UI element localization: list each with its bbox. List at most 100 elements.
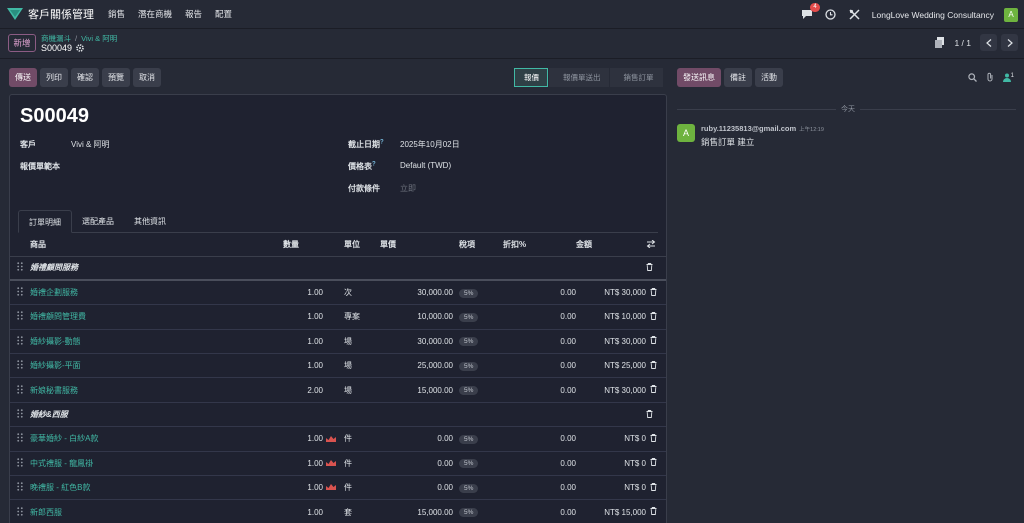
- line-discount[interactable]: 0.00: [503, 451, 576, 477]
- product-name[interactable]: 婚禮企劃服務: [30, 288, 78, 297]
- followers-button[interactable]: 1: [1002, 73, 1014, 82]
- app-title[interactable]: 客戶關係管理: [28, 6, 94, 22]
- gear-icon[interactable]: [76, 44, 84, 52]
- preview-button[interactable]: 預覽: [102, 68, 130, 87]
- send-message-button[interactable]: 發送訊息: [677, 68, 721, 87]
- search-icon[interactable]: [967, 72, 977, 82]
- confirm-button[interactable]: 確認: [71, 68, 99, 87]
- section-name[interactable]: 婚紗&西服: [30, 402, 646, 428]
- tab-other-info[interactable]: 其他資訊: [124, 210, 176, 232]
- log-note-button[interactable]: 備註: [724, 68, 752, 87]
- drag-handle-icon[interactable]: [10, 402, 30, 428]
- line-quantity[interactable]: 1.00: [283, 451, 323, 477]
- column-amount[interactable]: 金額: [576, 234, 646, 257]
- cancel-button[interactable]: 取消: [133, 68, 161, 87]
- line-discount[interactable]: 0.00: [503, 426, 576, 452]
- delete-icon[interactable]: [646, 402, 666, 428]
- message-author-email[interactable]: ruby.11235813@gmail.com: [701, 124, 796, 133]
- status-step-quotation-sent[interactable]: 報價單送出: [549, 68, 609, 87]
- delete-icon[interactable]: [646, 426, 666, 452]
- order-line-row[interactable]: 婚紗攝影-平面 1.00 場 25,000.00 5% 0.00 NT$ 25,000: [10, 353, 666, 379]
- column-uom[interactable]: 單位: [340, 234, 380, 257]
- product-name[interactable]: 婚禮顧問管理費: [30, 312, 86, 321]
- breadcrumb-pipeline[interactable]: 商機漏斗: [41, 34, 71, 43]
- tax-badge[interactable]: 5%: [459, 361, 479, 371]
- column-taxes[interactable]: 稅項: [453, 234, 503, 257]
- product-name[interactable]: 晚禮服 - 紅色B款: [30, 483, 90, 492]
- column-unit-price[interactable]: 單價: [380, 234, 453, 257]
- section-name[interactable]: 婚禮顧問服務: [30, 256, 646, 282]
- product-name[interactable]: 婚紗攝影-平面: [30, 361, 81, 370]
- line-discount[interactable]: 0.00: [503, 304, 576, 330]
- new-button[interactable]: 新增: [8, 34, 36, 52]
- line-uom[interactable]: 件: [340, 451, 380, 477]
- line-uom[interactable]: 件: [340, 475, 380, 501]
- line-quantity[interactable]: 1.00: [283, 426, 323, 452]
- tax-badge[interactable]: 5%: [459, 483, 479, 493]
- line-unit-price[interactable]: 25,000.00: [380, 353, 453, 379]
- menu-configuration[interactable]: 配置: [215, 8, 232, 20]
- order-line-row[interactable]: 豪華婚紗 - 白紗A款 1.00 件 0.00 5% 0.00 NT$ 0: [10, 426, 666, 452]
- line-discount[interactable]: 0.00: [503, 280, 576, 306]
- customer-field[interactable]: Vivi & 阿明: [71, 139, 110, 150]
- line-unit-price[interactable]: 15,000.00: [380, 499, 453, 523]
- tab-order-lines[interactable]: 訂單明細: [18, 210, 72, 233]
- tax-badge[interactable]: 5%: [459, 288, 479, 298]
- drag-handle-icon[interactable]: [10, 304, 30, 330]
- tax-badge[interactable]: 5%: [459, 337, 479, 347]
- line-quantity[interactable]: 1.00: [283, 280, 323, 306]
- delete-icon[interactable]: [646, 377, 666, 403]
- order-line-row[interactable]: 晚禮服 - 紅色B款 1.00 件 0.00 5% 0.00 NT$ 0: [10, 475, 666, 501]
- product-name[interactable]: 婚紗攝影-動態: [30, 337, 81, 346]
- line-uom[interactable]: 次: [340, 280, 380, 306]
- line-quantity[interactable]: 1.00: [283, 499, 323, 523]
- payment-terms-field[interactable]: 立即: [400, 183, 416, 194]
- product-name[interactable]: 中式禮服 - 龍鳳褂: [30, 459, 93, 468]
- line-discount[interactable]: 0.00: [503, 499, 576, 523]
- delete-icon[interactable]: [646, 329, 666, 355]
- line-uom[interactable]: 件: [340, 426, 380, 452]
- help-icon[interactable]: ?: [372, 161, 376, 167]
- pager-previous-button[interactable]: [980, 34, 997, 51]
- line-quantity[interactable]: 1.00: [283, 304, 323, 330]
- tax-badge[interactable]: 5%: [459, 459, 479, 469]
- order-line-row[interactable]: 婚禮顧問管理費 1.00 專案 10,000.00 5% 0.00 NT$ 10,000: [10, 304, 666, 330]
- delete-icon[interactable]: [646, 256, 666, 282]
- line-unit-price[interactable]: 10,000.00: [380, 304, 453, 330]
- status-step-quotation[interactable]: 報價: [514, 68, 548, 87]
- line-uom[interactable]: 場: [340, 353, 380, 379]
- line-unit-price[interactable]: 0.00: [380, 451, 453, 477]
- product-name[interactable]: 豪華婚紗 - 白紗A款: [30, 434, 98, 443]
- delete-icon[interactable]: [646, 451, 666, 477]
- activities-button[interactable]: 活動: [755, 68, 783, 87]
- menu-sales[interactable]: 銷售: [108, 8, 125, 20]
- tax-badge[interactable]: 5%: [459, 434, 479, 444]
- order-line-row[interactable]: 婚禮企劃服務 1.00 次 30,000.00 5% 0.00 NT$ 30,000: [10, 280, 666, 306]
- forecast-chart-icon[interactable]: [326, 483, 336, 492]
- message-author-avatar[interactable]: A: [677, 124, 695, 142]
- order-line-row[interactable]: 中式禮服 - 龍鳳褂 1.00 件 0.00 5% 0.00 NT$ 0: [10, 451, 666, 477]
- copy-records-icon[interactable]: [935, 37, 945, 48]
- line-discount[interactable]: 0.00: [503, 329, 576, 355]
- line-uom[interactable]: 專案: [340, 304, 380, 330]
- line-discount[interactable]: 0.00: [503, 353, 576, 379]
- line-quantity[interactable]: 2.00: [283, 377, 323, 403]
- line-uom[interactable]: 場: [340, 377, 380, 403]
- tax-badge[interactable]: 5%: [459, 312, 479, 322]
- messaging-icon[interactable]: 4: [800, 2, 820, 22]
- line-unit-price[interactable]: 0.00: [380, 475, 453, 501]
- drag-handle-icon[interactable]: [10, 499, 30, 523]
- column-quantity[interactable]: 數量: [283, 234, 323, 257]
- product-name[interactable]: 新郎西服: [30, 508, 62, 517]
- pager-value[interactable]: 1 / 1: [954, 38, 971, 48]
- line-unit-price[interactable]: 0.00: [380, 426, 453, 452]
- column-discount[interactable]: 折扣%: [503, 234, 576, 257]
- drag-handle-icon[interactable]: [10, 426, 30, 452]
- line-quantity[interactable]: 1.00: [283, 353, 323, 379]
- delete-icon[interactable]: [646, 499, 666, 523]
- help-icon[interactable]: ?: [380, 139, 384, 145]
- order-line-row[interactable]: 婚紗攝影-動態 1.00 場 30,000.00 5% 0.00 NT$ 30,000: [10, 329, 666, 355]
- crm-app-icon[interactable]: [7, 8, 23, 20]
- debug-tools-icon[interactable]: [848, 8, 862, 22]
- company-switcher[interactable]: LongLove Wedding Consultancy: [872, 10, 994, 20]
